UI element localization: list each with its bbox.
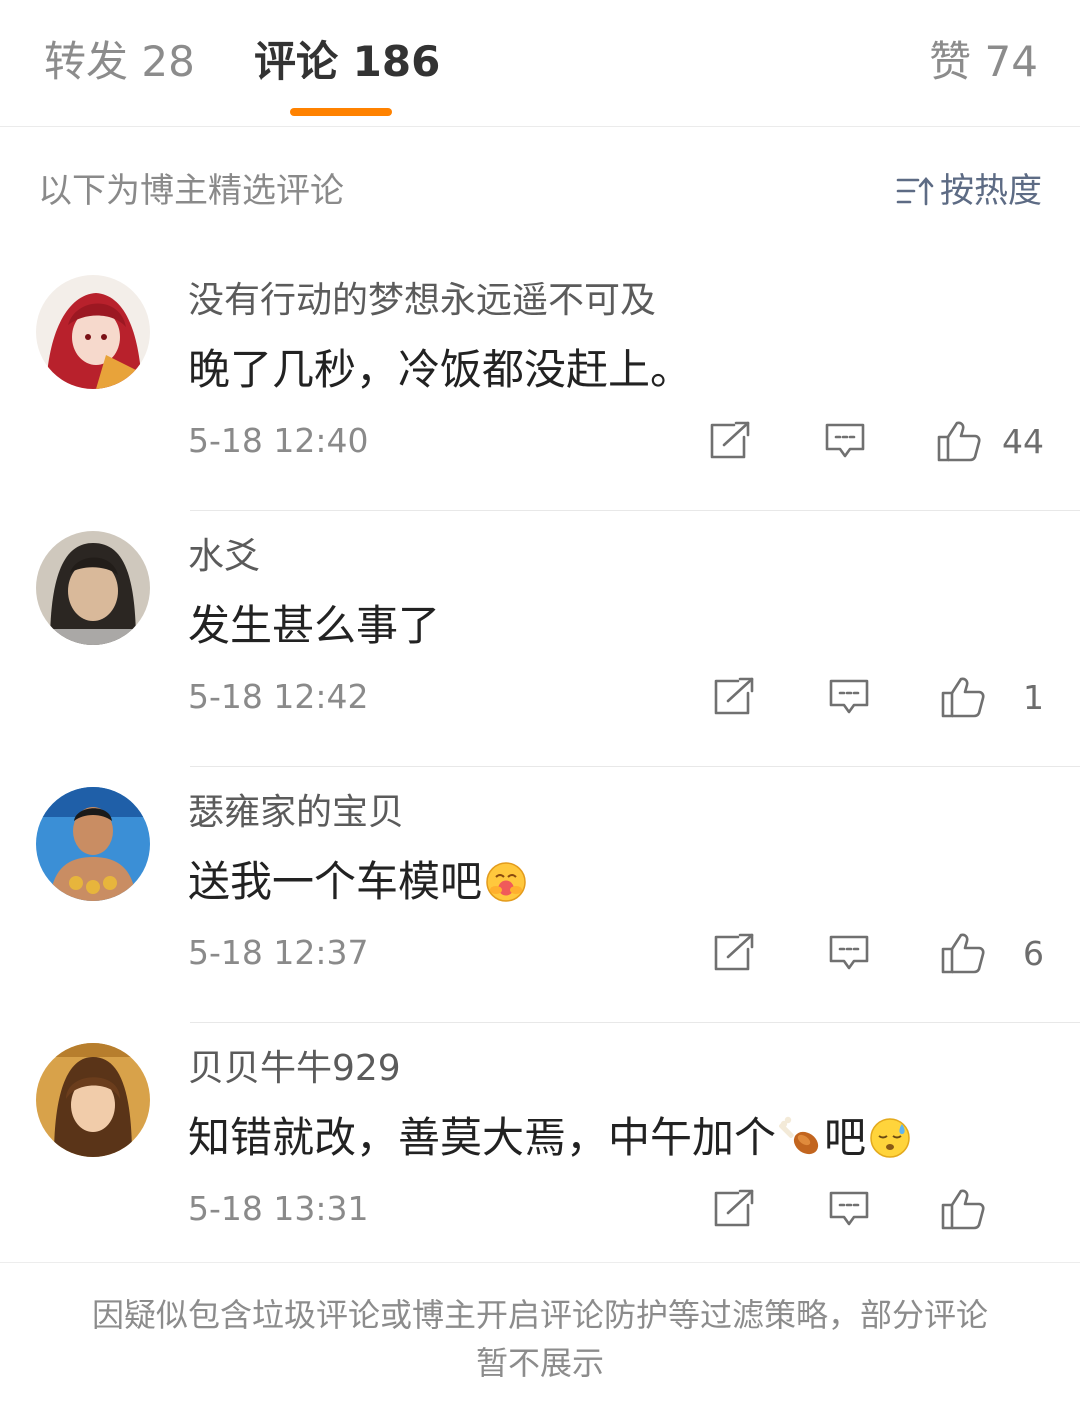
comment-item: 瑟雍家的宝贝 送我一个车模吧 5-18 12:37 6: [0, 767, 1080, 1023]
comment-username[interactable]: 没有行动的梦想永远遥不可及: [188, 279, 656, 323]
comment-item: 贝贝牛牛929 知错就改，善莫大焉，中午加个 吧 5-18 13:31: [0, 1023, 1080, 1279]
tab-comments-label: 评论: [254, 37, 339, 86]
share-icon[interactable]: [708, 421, 752, 461]
comment-timestamp: 5-18 12:37: [188, 933, 369, 972]
comment-username[interactable]: 贝贝牛牛929: [188, 1047, 401, 1091]
reply-comment-icon[interactable]: [828, 1189, 870, 1229]
avatar[interactable]: [36, 1043, 150, 1157]
comment-text-body: 知错就改，善莫大焉，中午加个: [188, 1113, 777, 1162]
like-thumbs-up-icon[interactable]: [940, 1187, 986, 1231]
featured-comments-note: 以下为博主精选评论: [38, 171, 344, 211]
comment-list: 没有行动的梦想永远遥不可及 晚了几秒，冷饭都没赶上。 5-18 12:40 44: [0, 255, 1080, 1279]
comment-username[interactable]: 水爻: [188, 535, 260, 579]
filtered-comments-notice: 因疑似包含垃圾评论或博主开启评论防护等过滤策略，部分评论暂不展示: [0, 1262, 1080, 1387]
share-icon[interactable]: [712, 677, 756, 717]
like-count: 44: [1002, 421, 1044, 461]
comment-text: 知错就改，善莫大焉，中午加个 吧: [188, 1111, 914, 1165]
comment-item: 没有行动的梦想永远遥不可及 晚了几秒，冷饭都没赶上。 5-18 12:40 44: [0, 255, 1080, 511]
tab-likes[interactable]: 赞 74: [929, 36, 1038, 88]
share-icon[interactable]: [712, 1189, 756, 1229]
like-thumbs-up-icon[interactable]: [940, 675, 986, 719]
avatar[interactable]: [36, 531, 150, 645]
like-thumbs-up-icon[interactable]: [936, 419, 982, 463]
comment-timestamp: 5-18 12:42: [188, 677, 369, 716]
tab-forwards-label: 转发: [44, 37, 129, 86]
comment-timestamp: 5-18 13:31: [188, 1189, 369, 1228]
reply-comment-icon[interactable]: [824, 421, 866, 461]
reply-comment-icon[interactable]: [828, 933, 870, 973]
avatar[interactable]: [36, 787, 150, 901]
comment-actions: [712, 1183, 1044, 1235]
sort-icon: [896, 174, 934, 208]
tab-likes-label: 赞: [929, 37, 972, 86]
comment-text: 发生甚么事了: [188, 599, 440, 653]
comment-timestamp: 5-18 12:40: [188, 421, 369, 460]
comment-item: 水爻 发生甚么事了 5-18 12:42 1: [0, 511, 1080, 767]
share-icon[interactable]: [712, 933, 756, 973]
tab-likes-count: 74: [984, 37, 1038, 86]
comment-actions: 6: [712, 927, 1044, 979]
tab-comments[interactable]: 评论 186: [254, 36, 440, 88]
active-tab-indicator: [290, 108, 392, 116]
tab-bar: 转发 28 评论 186 赞 74: [0, 0, 1080, 127]
comment-actions: 44: [708, 415, 1044, 467]
tab-forwards-count: 28: [141, 37, 195, 86]
like-thumbs-up-icon[interactable]: [940, 931, 986, 975]
reply-comment-icon[interactable]: [828, 677, 870, 717]
comment-actions: 1: [712, 671, 1044, 723]
comment-username[interactable]: 瑟雍家的宝贝: [188, 791, 404, 835]
hugging-face-emoji-icon: [484, 860, 528, 904]
tab-comments-count: 186: [352, 37, 441, 86]
comment-text: 晚了几秒，冷饭都没赶上。: [188, 343, 692, 397]
sort-by-popularity-button[interactable]: 按热度: [896, 171, 1042, 211]
comment-text-body: 晚了几秒，冷饭都没赶上。: [188, 345, 693, 394]
comment-text-body: 发生甚么事了: [188, 601, 441, 650]
comment-text-body: 送我一个车模吧: [188, 857, 483, 906]
comments-subheader: 以下为博主精选评论 按热度: [0, 127, 1080, 255]
sort-label: 按热度: [940, 171, 1042, 211]
tab-forwards[interactable]: 转发 28: [44, 36, 195, 88]
like-count: 1: [1023, 677, 1044, 717]
comment-text: 送我一个车模吧: [188, 855, 530, 909]
filtered-comments-notice-text: 因疑似包含垃圾评论或博主开启评论防护等过滤策略，部分评论暂不展示: [91, 1296, 988, 1382]
drumstick-emoji-icon: [778, 1116, 822, 1160]
like-count: 6: [1023, 933, 1044, 973]
sleepy-sweat-face-emoji-icon: [868, 1116, 912, 1160]
comment-text-tail: 吧: [824, 1113, 867, 1162]
avatar[interactable]: [36, 275, 150, 389]
